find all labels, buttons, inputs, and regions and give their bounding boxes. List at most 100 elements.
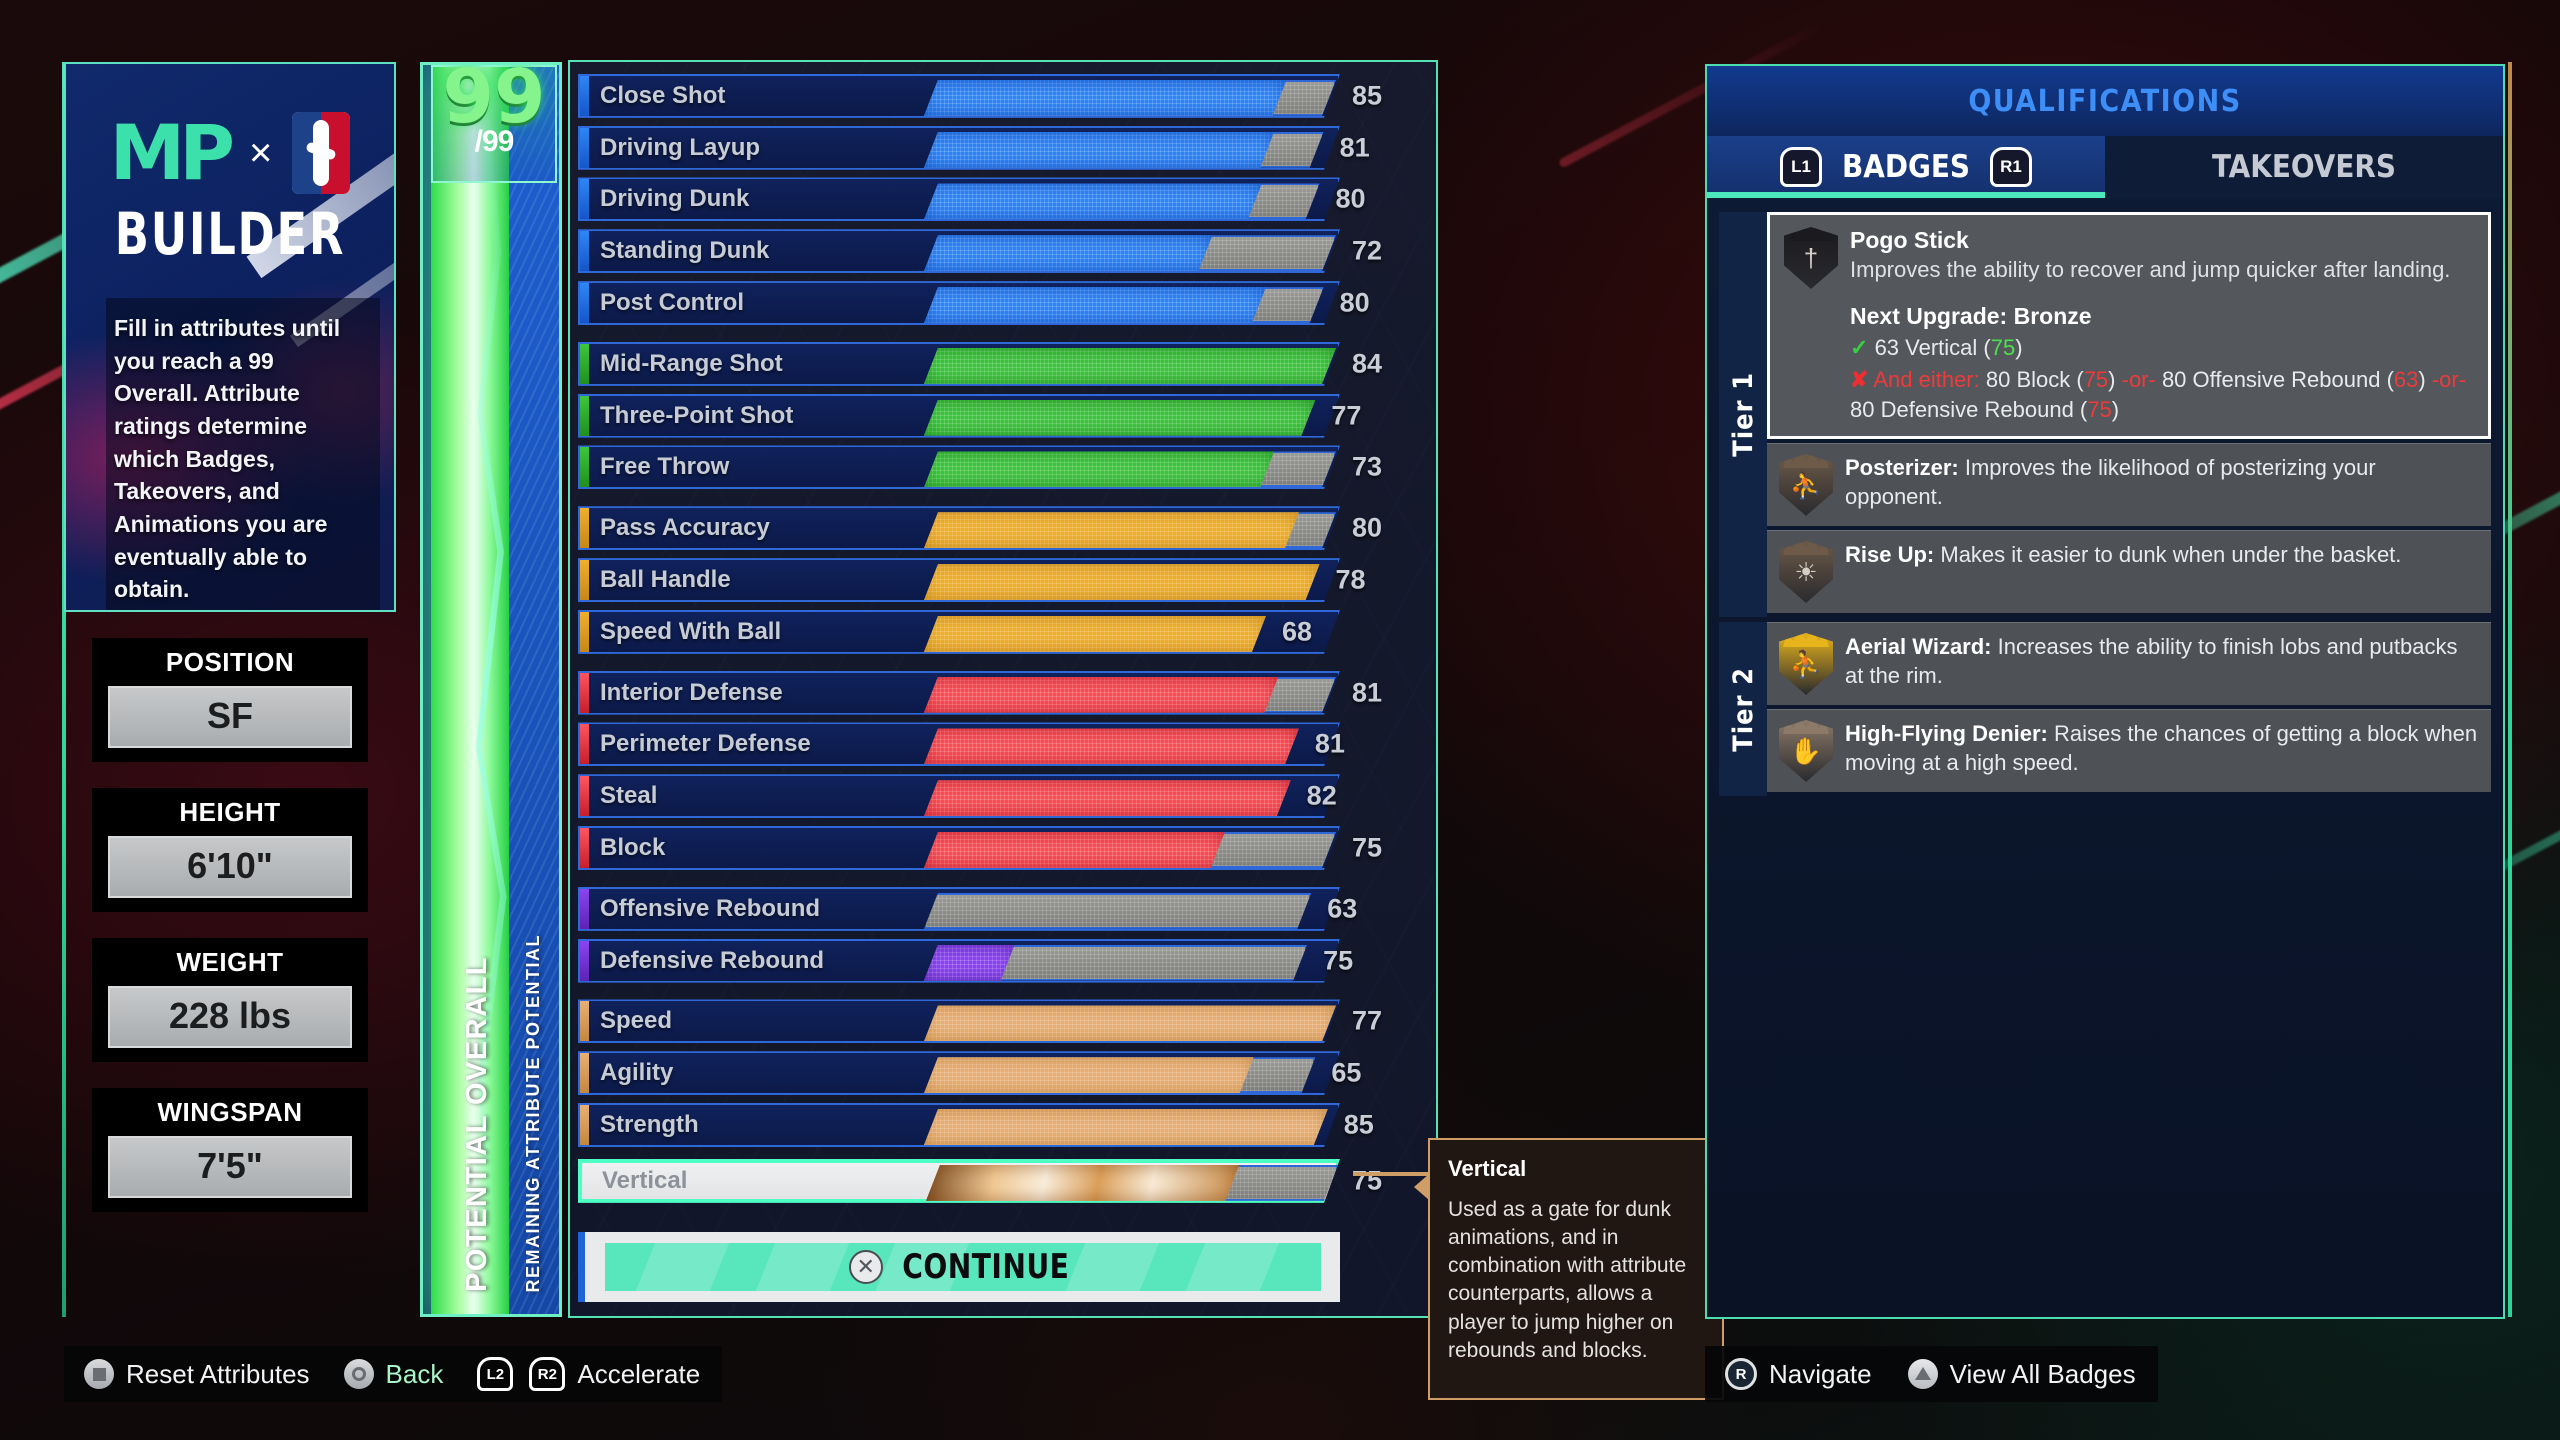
attribute-name: Three-Point Shot bbox=[600, 401, 794, 429]
spec-value-wingspan[interactable]: 7'5" bbox=[108, 1136, 352, 1198]
attribute-track: Mid-Range Shot bbox=[578, 342, 1340, 386]
attribute-row[interactable]: Mid-Range Shot 84 bbox=[578, 338, 1436, 390]
attribute-value: 77 bbox=[1352, 1005, 1383, 1036]
attribute-row[interactable]: Driving Dunk 80 bbox=[578, 174, 1436, 226]
attribute-category-accent bbox=[580, 508, 589, 548]
hud-item-label: Reset Attributes bbox=[126, 1358, 310, 1389]
requirement-part: 80 Offensive Rebound ( bbox=[2155, 367, 2394, 393]
attribute-track: Block bbox=[578, 826, 1340, 870]
hud-item[interactable]: R Navigate bbox=[1725, 1358, 1872, 1390]
attribute-bar-fill bbox=[924, 80, 1287, 116]
badge-icon: † bbox=[1784, 227, 1838, 289]
attribute-row[interactable]: Perimeter Defense 81 bbox=[578, 719, 1436, 771]
badge-name-and-description: Posterizer: Improves the likelihood of p… bbox=[1845, 455, 2376, 509]
badge-row-focused[interactable]: † Pogo Stick Improves the ability to rec… bbox=[1767, 212, 2491, 439]
attribute-bar-fill bbox=[924, 183, 1262, 219]
attribute-row[interactable]: Speed With Ball 68 bbox=[578, 606, 1436, 658]
attribute-row-selected[interactable]: Vertical 75 bbox=[578, 1155, 1436, 1207]
qualifications-tabs: L1 BADGES R1 TAKEOVERS bbox=[1707, 136, 2503, 198]
attribute-category-accent bbox=[580, 447, 589, 487]
triangle-button-icon bbox=[1907, 1359, 1938, 1389]
badge-row[interactable]: ☀ Rise Up: Makes it easier to dunk when … bbox=[1767, 530, 2491, 613]
attribute-track: Strength bbox=[578, 1103, 1340, 1147]
badge-text: Posterizer: Improves the likelihood of p… bbox=[1845, 454, 2479, 511]
attribute-row[interactable]: Free Throw 73 bbox=[578, 442, 1436, 494]
attribute-bar-fill bbox=[924, 616, 1266, 652]
hud-item[interactable]: Reset Attributes bbox=[84, 1359, 310, 1390]
attribute-category-accent bbox=[580, 828, 589, 868]
attributes-panel: Close Shot 85 Driving Layup 81 Driving D… bbox=[568, 60, 1438, 1318]
attribute-track: Offensive Rebound bbox=[578, 887, 1340, 931]
attribute-row[interactable]: Post Control 80 bbox=[578, 277, 1436, 329]
attribute-row[interactable]: Standing Dunk 72 bbox=[578, 225, 1436, 277]
r2-trigger-icon: R2 bbox=[529, 1357, 566, 1391]
tier-label: Tier 1 bbox=[1719, 212, 1767, 617]
attribute-tooltip: Vertical Used as a gate for dunk animati… bbox=[1414, 1138, 1724, 1400]
qualifications-header: QUALIFICATIONS bbox=[1707, 66, 2503, 136]
attribute-category-accent bbox=[580, 396, 589, 436]
attribute-row[interactable]: Driving Layup 81 bbox=[578, 122, 1436, 174]
attribute-bar bbox=[924, 616, 1336, 652]
attribute-bar bbox=[924, 677, 1336, 713]
hud-item[interactable]: View All Badges bbox=[1907, 1359, 2136, 1390]
overall-score-value: 99 bbox=[442, 62, 546, 140]
attribute-group-divider bbox=[578, 329, 1436, 338]
attribute-row[interactable]: Close Shot 85 bbox=[578, 70, 1436, 122]
attribute-row[interactable]: Interior Defense 81 bbox=[578, 667, 1436, 719]
attribute-value: 63 bbox=[1327, 893, 1358, 924]
attribute-bar bbox=[924, 132, 1336, 168]
attribute-track: Driving Layup bbox=[578, 126, 1340, 170]
attribute-row[interactable]: Defensive Rebound 75 bbox=[578, 935, 1436, 987]
attribute-group-divider bbox=[578, 493, 1436, 502]
attribute-row[interactable]: Strength 85 bbox=[578, 1099, 1436, 1151]
attribute-track: Standing Dunk bbox=[578, 229, 1340, 273]
attribute-row[interactable]: Speed 77 bbox=[578, 996, 1436, 1048]
hud-item[interactable]: L2 R2 Accelerate bbox=[477, 1357, 700, 1391]
attribute-bar bbox=[924, 348, 1336, 384]
badge-row[interactable]: ⛹ Aerial Wizard: Increases the ability t… bbox=[1767, 622, 2491, 705]
badge-row[interactable]: ⛹ Posterizer: Improves the likelihood of… bbox=[1767, 443, 2491, 526]
attribute-row[interactable]: Pass Accuracy 80 bbox=[578, 502, 1436, 554]
builder-title: BUILDER bbox=[114, 200, 346, 268]
requirement-part: ) bbox=[2111, 396, 2120, 422]
attribute-category-accent bbox=[580, 889, 589, 929]
attribute-row[interactable]: Ball Handle 78 bbox=[578, 554, 1436, 606]
attribute-name: Driving Dunk bbox=[600, 185, 750, 213]
attribute-value: 82 bbox=[1306, 780, 1337, 811]
badge-row[interactable]: ✋ High-Flying Denier: Raises the chances… bbox=[1767, 709, 2491, 792]
attribute-value: 80 bbox=[1352, 512, 1383, 543]
tier-rows: † Pogo Stick Improves the ability to rec… bbox=[1767, 212, 2491, 617]
attribute-value: 80 bbox=[1339, 287, 1370, 318]
attribute-bar-fill bbox=[924, 945, 1015, 981]
attribute-name: Steal bbox=[600, 782, 658, 810]
attribute-row[interactable]: Agility 65 bbox=[578, 1047, 1436, 1099]
attribute-bar bbox=[924, 1005, 1336, 1041]
attribute-bar-fill bbox=[924, 132, 1274, 168]
attribute-row[interactable]: Block 75 bbox=[578, 822, 1436, 874]
attribute-row[interactable]: Offensive Rebound 63 bbox=[578, 883, 1436, 935]
attribute-bar-fill bbox=[924, 235, 1212, 271]
attribute-bar bbox=[924, 564, 1336, 600]
brand-logo-row: MP × bbox=[66, 112, 394, 194]
attribute-row[interactable]: Steal 82 bbox=[578, 770, 1436, 822]
spec-value-height[interactable]: 6'10" bbox=[108, 836, 352, 898]
attribute-name: Speed bbox=[600, 1007, 673, 1035]
remaining-attribute-potential-label: REMAINING ATTRIBUTE POTENTIAL bbox=[523, 933, 543, 1292]
tab-badges[interactable]: L1 BADGES R1 bbox=[1707, 136, 2105, 198]
attribute-bar bbox=[924, 183, 1336, 219]
spec-value-position[interactable]: SF bbox=[108, 686, 352, 748]
attribute-value: 81 bbox=[1314, 728, 1345, 759]
spec-label-wingspan: WINGSPAN bbox=[157, 1097, 303, 1127]
l1-bumper-icon: L1 bbox=[1779, 147, 1822, 187]
attribute-bar-fill bbox=[924, 677, 1278, 713]
hud-item[interactable]: Back bbox=[343, 1359, 443, 1390]
attribute-row[interactable]: Three-Point Shot 77 bbox=[578, 390, 1436, 442]
tab-takeovers[interactable]: TAKEOVERS bbox=[2105, 136, 2503, 198]
continue-button[interactable]: ✕ CONTINUE bbox=[604, 1243, 1321, 1291]
spec-value-weight[interactable]: 228 lbs bbox=[108, 986, 352, 1048]
attribute-category-accent bbox=[580, 612, 589, 652]
requirement-part: 75 bbox=[1990, 334, 2016, 360]
attribute-track: Post Control bbox=[578, 281, 1340, 325]
attribute-name: Agility bbox=[600, 1059, 674, 1087]
mp-logo-text: MP bbox=[109, 108, 235, 197]
